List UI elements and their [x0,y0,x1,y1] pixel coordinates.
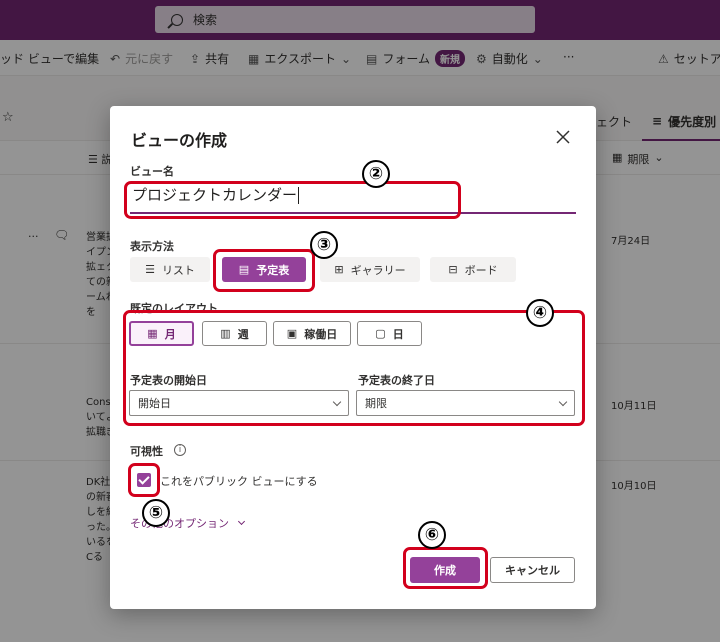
annotation-number-2: ② [362,160,390,188]
chevron-down-icon [237,517,246,526]
display-method-label: 表示方法 [130,240,174,253]
display-option-label: ボード [464,263,498,277]
display-option-gallery[interactable]: ⊞ ギャラリー [320,257,420,282]
board-icon: ⊟ [448,263,458,276]
cancel-button[interactable]: キャンセル [490,557,575,583]
dialog-title: ビューの作成 [131,131,228,150]
list-icon: ☰ [145,263,155,276]
display-option-list[interactable]: ☰ リスト [130,257,210,282]
info-icon[interactable]: i [174,444,186,456]
annotation-box-view-name [124,181,461,219]
annotation-box-layout [123,310,585,426]
close-icon[interactable] [556,130,570,144]
visibility-label: 可視性 [130,445,163,458]
annotation-box-display [213,249,315,292]
annotation-number-5: ⑤ [142,499,170,527]
annotation-number-4: ④ [526,299,554,327]
display-option-board[interactable]: ⊟ ボード [430,257,516,282]
view-name-label: ビュー名 [130,165,174,178]
annotation-box-create [403,547,488,589]
display-option-label: ギャラリー [350,263,406,277]
gallery-icon: ⊞ [334,263,344,276]
annotation-box-checkbox [128,463,160,497]
public-view-label[interactable]: これをパブリック ビューにする [160,473,318,489]
annotation-number-3: ③ [310,231,338,259]
display-option-label: リスト [161,263,195,277]
annotation-number-6: ⑥ [418,521,446,549]
